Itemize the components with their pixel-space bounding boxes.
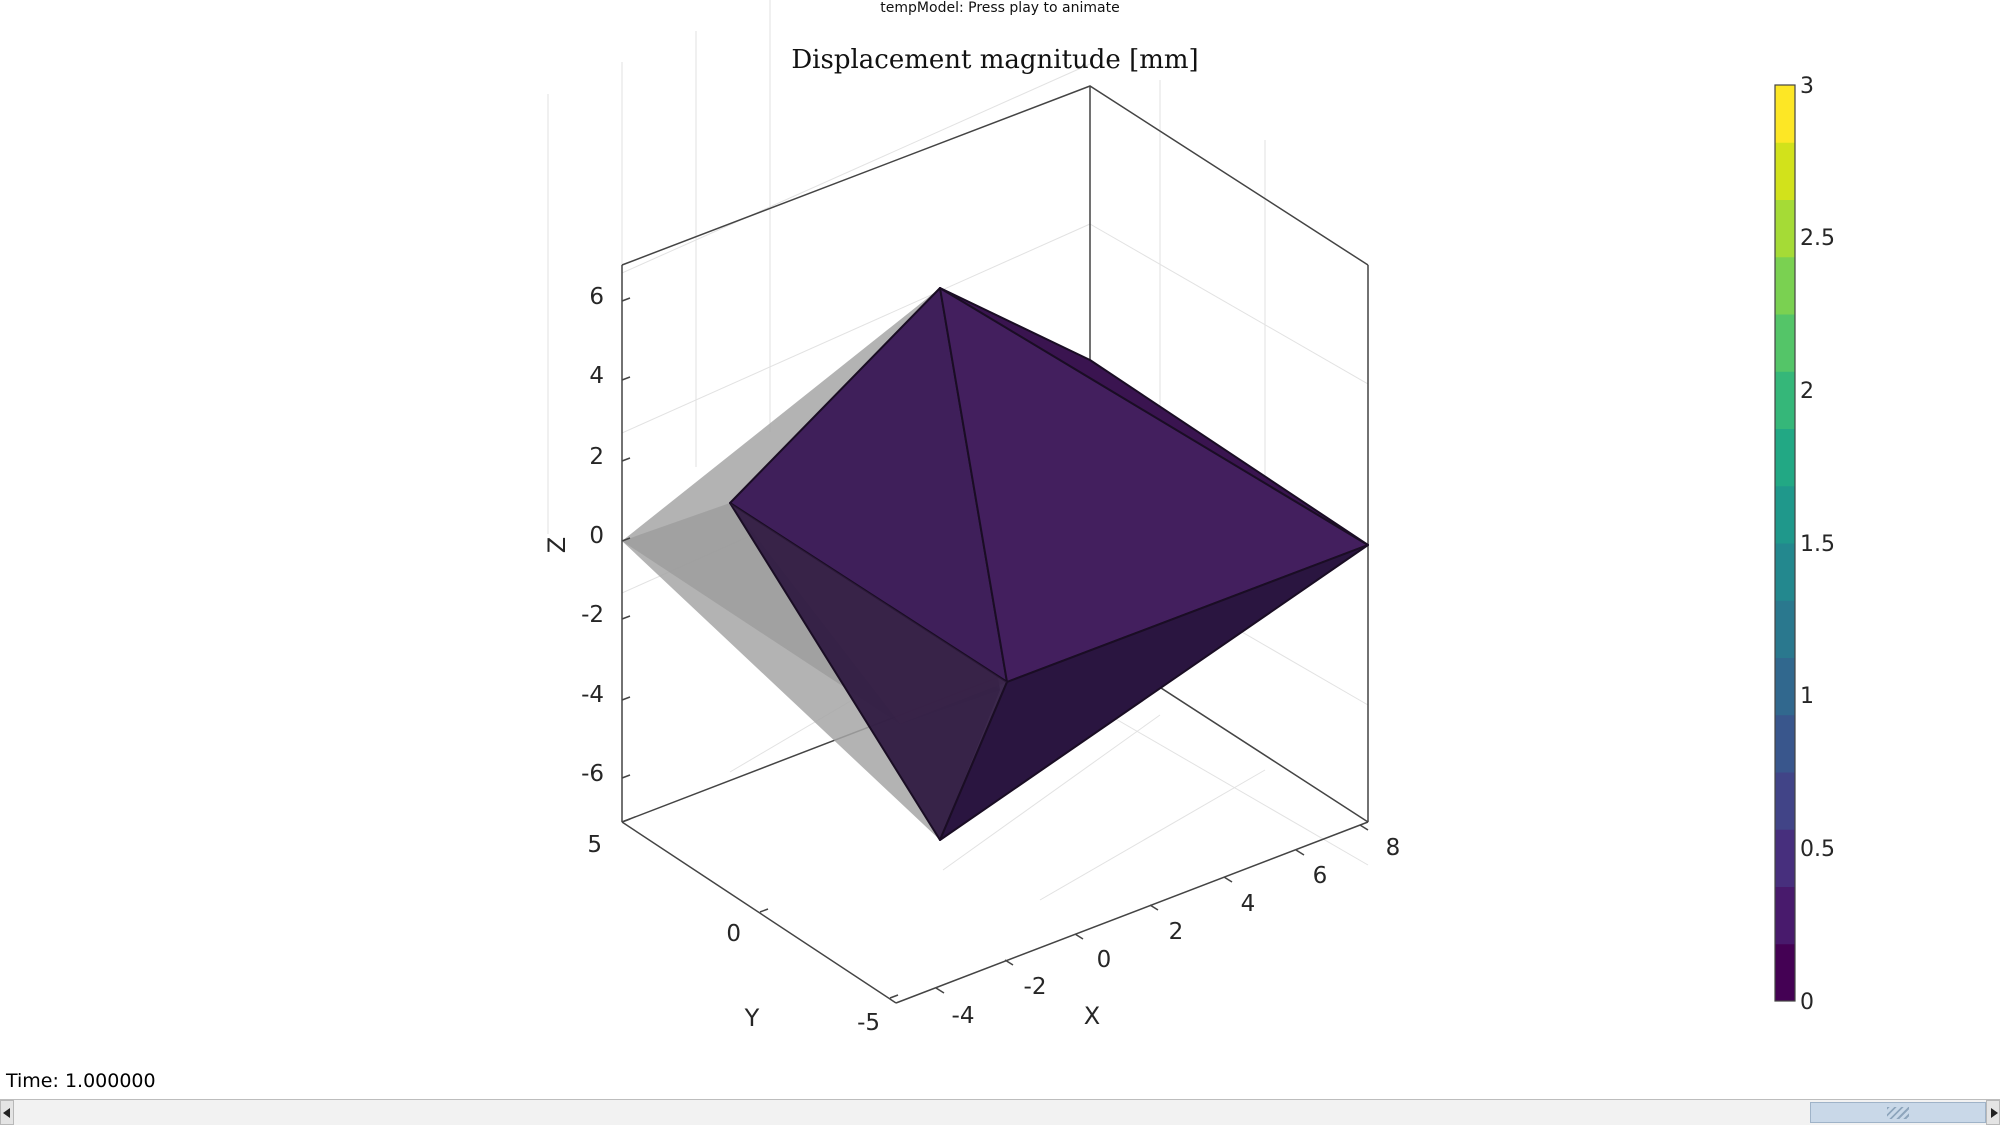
- z-tick-label: 6: [589, 284, 604, 310]
- figure-canvas: Displacement magnitude [mm] 6 4 2 0 -2 -…: [543, 0, 1835, 1036]
- colorbar-band: [1775, 256, 1795, 315]
- z-tick-label: 4: [589, 363, 604, 389]
- colorbar: [1775, 85, 1795, 1002]
- colorbar-tick-label: 2.5: [1800, 226, 1835, 251]
- x-tick-label: 8: [1386, 835, 1401, 861]
- arrow-right-icon: [1991, 1108, 1998, 1118]
- colorbar-band: [1775, 314, 1795, 372]
- grip-icon: [1887, 1107, 1909, 1119]
- colorbar-tick-labels: 0 0.5 1 1.5 2 2.5 3: [1800, 74, 1835, 1015]
- y-tick-label: 0: [726, 921, 741, 947]
- colorbar-tick-label: 1.5: [1800, 532, 1835, 557]
- y-tick-labels: 5 0 -5: [587, 832, 880, 1036]
- colorbar-band: [1775, 142, 1795, 200]
- z-tick-label: -6: [581, 761, 604, 787]
- colorbar-band: [1775, 886, 1795, 945]
- y-axis-label: Y: [744, 1004, 760, 1032]
- scroll-right-button[interactable]: [1986, 1100, 2000, 1125]
- y-tick-marks: [621, 818, 899, 999]
- x-tick-label: 4: [1241, 891, 1256, 917]
- z-tick-label: 0: [589, 523, 604, 549]
- z-tick-label: -4: [581, 682, 604, 708]
- y-tick-label: -5: [857, 1010, 880, 1036]
- x-tick-label: 6: [1313, 863, 1328, 889]
- colorbar-band: [1775, 600, 1795, 658]
- y-tick-label: 5: [587, 832, 602, 858]
- plot-title: Displacement magnitude [mm]: [791, 45, 1198, 75]
- z-tick-label: -2: [581, 602, 604, 628]
- colorbar-band: [1775, 943, 1795, 1002]
- colorbar-band: [1775, 772, 1795, 830]
- colorbar-band: [1775, 199, 1795, 258]
- time-readout: Time: 1.000000: [6, 1070, 156, 1092]
- colorbar-tick-label: 1: [1800, 684, 1814, 709]
- z-axis-label: Z: [543, 537, 571, 553]
- x-tick-marks: [935, 824, 1369, 994]
- colorbar-band: [1775, 371, 1795, 429]
- scroll-thumb[interactable]: [1810, 1102, 1986, 1123]
- scroll-left-button[interactable]: [0, 1100, 14, 1125]
- colorbar-band: [1775, 829, 1795, 887]
- colorbar-band: [1775, 714, 1795, 773]
- colorbar-tick-label: 0: [1800, 990, 1814, 1015]
- x-tick-labels: -4 -2 0 2 4 6 8: [952, 835, 1401, 1029]
- x-tick-label: -2: [1024, 974, 1047, 1000]
- arrow-left-icon: [3, 1108, 10, 1118]
- colorbar-band: [1775, 657, 1795, 716]
- colorbar-band: [1775, 543, 1795, 601]
- colorbar-tick-label: 3: [1800, 74, 1814, 99]
- deformed-mesh: [729, 287, 1369, 841]
- colorbar-band: [1775, 428, 1795, 487]
- x-tick-label: -4: [952, 1003, 975, 1029]
- x-tick-label: 2: [1169, 919, 1184, 945]
- z-tick-label: 2: [589, 444, 604, 470]
- scroll-track[interactable]: [14, 1100, 1986, 1125]
- colorbar-band: [1775, 485, 1795, 544]
- x-axis-label: X: [1084, 1002, 1100, 1030]
- z-tick-labels: 6 4 2 0 -2 -4 -6: [581, 284, 604, 787]
- x-tick-label: 0: [1097, 947, 1112, 973]
- time-scrollbar[interactable]: [0, 1099, 2000, 1125]
- colorbar-band: [1775, 85, 1795, 143]
- colorbar-tick-label: 2: [1800, 379, 1814, 404]
- colorbar-tick-label: 0.5: [1800, 837, 1835, 862]
